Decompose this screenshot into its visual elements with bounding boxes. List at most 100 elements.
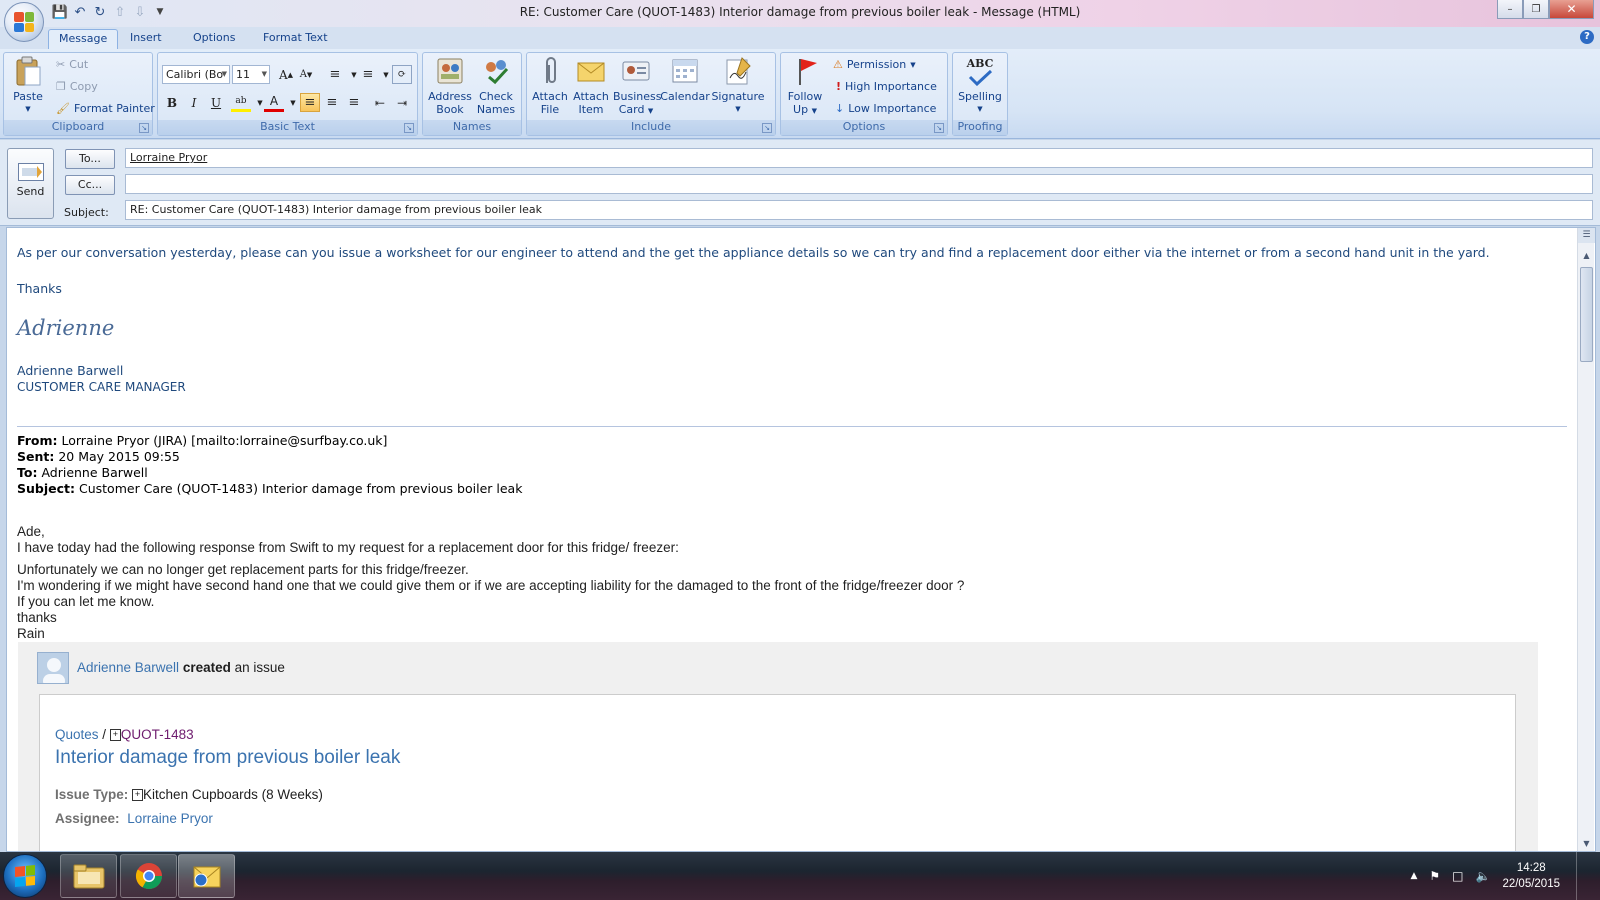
windows-logo-icon	[15, 864, 35, 888]
to-button[interactable]: To...	[65, 149, 115, 169]
paste-button[interactable]: Paste ▼	[8, 55, 48, 116]
grow-font-icon[interactable]: A ▲	[276, 65, 296, 84]
highlight-icon[interactable]: ab	[231, 93, 251, 112]
tab-message[interactable]: Message	[48, 29, 119, 49]
issue-title-link[interactable]: Interior damage from previous boiler lea…	[55, 747, 400, 769]
to-field[interactable]: Lorraine Pryor	[125, 148, 1593, 168]
copy-button[interactable]: ❐ Copy	[56, 80, 98, 93]
cc-button[interactable]: Cc...	[65, 175, 115, 195]
quoted-message: Ade, I have today had the following resp…	[17, 524, 964, 642]
format-painter-label: Format Painter	[73, 102, 155, 115]
low-importance-button[interactable]: ↓ Low Importance	[835, 102, 936, 115]
message-line: I'm wondering if we might have second ha…	[17, 578, 965, 593]
shrink-font-icon[interactable]: A ▼	[296, 65, 316, 84]
dialog-launcher-icon[interactable]: ↘	[404, 123, 414, 133]
business-card-button[interactable]: Business Card ▼	[613, 55, 662, 118]
bullets-icon[interactable]: ≡	[325, 65, 345, 84]
tab-format-text[interactable]: Format Text	[253, 29, 338, 49]
attach-item-label-2: Item	[578, 103, 604, 116]
to-recipient[interactable]: Lorraine Pryor	[130, 151, 207, 164]
follow-up-button[interactable]: Follow Up ▼	[783, 55, 827, 118]
scroll-thumb[interactable]	[1580, 267, 1593, 362]
follow-up-label-2: Up ▼	[783, 103, 827, 118]
sent-label: Sent:	[17, 449, 55, 464]
minimize-button[interactable]: –	[1497, 0, 1523, 19]
check-names-button[interactable]: Check Names	[473, 55, 519, 116]
breadcrumb-separator: /	[102, 727, 107, 742]
bold-button[interactable]: B	[162, 93, 182, 112]
office-button[interactable]	[4, 2, 44, 42]
close-button[interactable]: ✕	[1549, 0, 1594, 19]
issue-key-link[interactable]: QUOT-1483	[121, 727, 194, 742]
breadcrumb: Quotes / + QUOT-1483	[55, 727, 194, 742]
maximize-button[interactable]: ❐	[1523, 0, 1549, 19]
dialog-launcher-icon[interactable]: ↘	[934, 123, 944, 133]
tab-options[interactable]: Options	[183, 29, 245, 49]
dialog-launcher-icon[interactable]: ↘	[762, 123, 772, 133]
spelling-button[interactable]: ABC Spelling ▼	[955, 55, 1005, 116]
jira-activity: Adrienne Barwell created an issue	[77, 660, 285, 675]
split-icon[interactable]: ☰	[1578, 228, 1595, 243]
clock[interactable]: 14:28 22/05/2015	[1502, 860, 1560, 892]
assignee-link[interactable]: Lorraine Pryor	[127, 811, 213, 826]
high-importance-button[interactable]: ! High Importance	[836, 80, 937, 93]
breadcrumb-project-link[interactable]: Quotes	[55, 727, 99, 742]
increase-indent-icon[interactable]: ⇥	[392, 93, 412, 112]
font-color-icon[interactable]: A	[264, 93, 284, 112]
taskbar-chrome[interactable]	[120, 854, 177, 898]
jira-user-link[interactable]: Adrienne Barwell	[77, 660, 179, 675]
calendar-label: Calendar	[660, 90, 710, 103]
decrease-indent-icon[interactable]: ⇤	[370, 93, 390, 112]
subject-field[interactable]: RE: Customer Care (QUOT-1483) Interior d…	[125, 200, 1593, 220]
permission-button[interactable]: ⚠ Permission ▼	[833, 58, 916, 71]
italic-button[interactable]: I	[184, 93, 204, 112]
attach-item-button[interactable]: Attach Item	[571, 55, 611, 116]
quoted-from: From: Lorraine Pryor (JIRA) [mailto:lorr…	[17, 433, 522, 449]
scroll-down-arrow[interactable]: ▼	[1578, 836, 1595, 851]
taskbar-explorer[interactable]	[60, 854, 117, 898]
paste-label: Paste	[13, 90, 43, 103]
align-center-icon[interactable]: ≡	[322, 93, 342, 112]
names-group: Address Book Check Names Names	[422, 52, 522, 136]
issue-type-icon: +	[132, 789, 144, 801]
format-painter-button[interactable]: 🖌 Format Painter	[56, 102, 155, 115]
show-desktop-button[interactable]	[1576, 852, 1588, 900]
numbering-icon[interactable]: ≡	[358, 65, 378, 84]
show-hidden-icons-icon[interactable]: ▲	[1410, 871, 1417, 881]
align-right-icon[interactable]: ≡	[344, 93, 364, 112]
permission-icon: ⚠	[833, 58, 843, 71]
scroll-up-arrow[interactable]: ▲	[1578, 248, 1595, 263]
proofing-group-label: Proofing	[953, 120, 1007, 135]
volume-icon[interactable]: 🔈	[1475, 869, 1490, 883]
underline-button[interactable]: U	[206, 93, 226, 112]
font-name-box[interactable]: Calibri (Bo ▼	[162, 65, 230, 84]
action-center-flag-icon[interactable]: ⚑	[1429, 869, 1440, 883]
tab-insert[interactable]: Insert	[120, 29, 172, 49]
cut-button[interactable]: ✂ Cut	[56, 58, 88, 71]
send-button[interactable]: Send	[7, 148, 54, 219]
calendar-button[interactable]: Calendar	[659, 55, 711, 103]
address-book-button[interactable]: Address Book	[427, 55, 473, 116]
start-button[interactable]	[3, 854, 47, 898]
network-icon[interactable]: □	[1452, 869, 1463, 883]
attach-file-button[interactable]: Attach File	[530, 55, 570, 116]
clock-time: 14:28	[1516, 862, 1546, 874]
message-line: I have today had the following response …	[17, 540, 679, 555]
send-label: Send	[16, 185, 45, 198]
dialog-launcher-icon[interactable]: ↘	[139, 123, 149, 133]
cc-field[interactable]	[125, 174, 1593, 194]
flag-icon	[789, 55, 821, 87]
vertical-scrollbar[interactable]: ☰ ▲ ▼	[1577, 228, 1595, 851]
signature-button[interactable]: Signature ▼	[710, 55, 766, 116]
clear-formatting-icon[interactable]: ⟳	[392, 65, 412, 84]
align-left-icon[interactable]: ≡	[300, 93, 320, 112]
message-body[interactable]: As per our conversation yesterday, pleas…	[6, 227, 1596, 852]
font-size-box[interactable]: 11 ▼	[232, 65, 270, 84]
help-icon[interactable]: ?	[1580, 30, 1594, 44]
jira-issue-card: Quotes / + QUOT-1483 Interior damage from…	[39, 694, 1516, 851]
business-card-label-text: Card	[618, 103, 645, 116]
taskbar-outlook[interactable]	[178, 854, 235, 898]
font-size-value: 11	[236, 68, 250, 81]
subject-label-quoted: Subject:	[17, 481, 75, 496]
business-card-label: Business	[613, 90, 662, 103]
